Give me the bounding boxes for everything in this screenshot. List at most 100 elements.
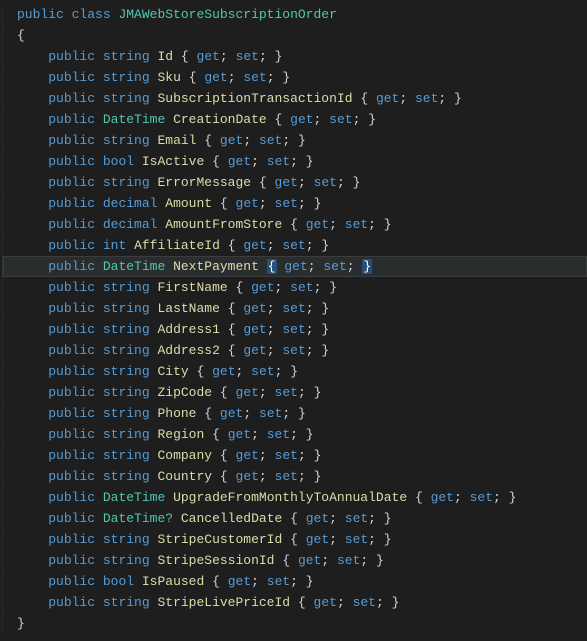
- property-line-CancelledDate[interactable]: public DateTime? CancelledDate { get; se…: [2, 508, 587, 529]
- property-line-Amount[interactable]: public decimal Amount { get; set; }: [2, 193, 587, 214]
- property-Region: Region: [157, 427, 204, 442]
- property-line-Sku[interactable]: public string Sku { get; set; }: [2, 67, 587, 88]
- close-accessor-brace: }: [321, 301, 329, 316]
- close-accessor-brace: }: [376, 553, 384, 568]
- keyword-set: set: [282, 238, 305, 253]
- type-DateTime: DateTime: [103, 490, 165, 505]
- keyword-get: get: [220, 406, 243, 421]
- keyword-get: get: [251, 280, 274, 295]
- keyword-set: set: [236, 49, 259, 64]
- property-FirstName: FirstName: [157, 280, 227, 295]
- property-line-LastName[interactable]: public string LastName { get; set; }: [2, 298, 587, 319]
- property-line-Address2[interactable]: public string Address2 { get; set; }: [2, 340, 587, 361]
- close-accessor-brace: }: [298, 133, 306, 148]
- keyword-public: public: [48, 511, 95, 526]
- keyword-set: set: [282, 322, 305, 337]
- code-editor[interactable]: public class JMAWebStoreSubscriptionOrde…: [0, 4, 587, 634]
- keyword-get: get: [431, 490, 454, 505]
- open-accessor-brace: {: [228, 238, 236, 253]
- keyword-get: get: [236, 196, 259, 211]
- open-accessor-brace: {: [181, 49, 189, 64]
- property-line-StripeCustomerId[interactable]: public string StripeCustomerId { get; se…: [2, 529, 587, 550]
- open-brace-line[interactable]: {: [2, 25, 587, 46]
- open-brace: {: [17, 28, 25, 43]
- keyword-public: public: [48, 385, 95, 400]
- keyword-set: set: [275, 385, 298, 400]
- property-line-IsPaused[interactable]: public bool IsPaused { get; set; }: [2, 571, 587, 592]
- property-LastName: LastName: [157, 301, 219, 316]
- property-line-ZipCode[interactable]: public string ZipCode { get; set; }: [2, 382, 587, 403]
- property-line-StripeSessionId[interactable]: public string StripeSessionId { get; set…: [2, 550, 587, 571]
- keyword-public: public: [48, 595, 95, 610]
- close-accessor-brace: }: [384, 217, 392, 232]
- open-accessor-brace: {: [290, 217, 298, 232]
- close-accessor-brace: }: [353, 175, 361, 190]
- property-line-Phone[interactable]: public string Phone { get; set; }: [2, 403, 587, 424]
- keyword-class: class: [72, 7, 111, 22]
- property-line-AmountFromStore[interactable]: public decimal AmountFromStore { get; se…: [2, 214, 587, 235]
- close-brace-line[interactable]: }: [2, 613, 587, 634]
- property-line-Region[interactable]: public string Region { get; set; }: [2, 424, 587, 445]
- type-string: string: [103, 343, 150, 358]
- close-accessor-brace: }: [290, 364, 298, 379]
- property-line-StripeLivePriceId[interactable]: public string StripeLivePriceId { get; s…: [2, 592, 587, 613]
- class-decl-line[interactable]: public class JMAWebStoreSubscriptionOrde…: [2, 4, 587, 25]
- property-UpgradeFromMonthlyToAnnualDate: UpgradeFromMonthlyToAnnualDate: [173, 490, 407, 505]
- keyword-get: get: [228, 427, 251, 442]
- property-line-CreationDate[interactable]: public DateTime CreationDate { get; set;…: [2, 109, 587, 130]
- keyword-get: get: [314, 595, 337, 610]
- property-line-City[interactable]: public string City { get; set; }: [2, 361, 587, 382]
- property-line-FirstName[interactable]: public string FirstName { get; set; }: [2, 277, 587, 298]
- keyword-set: set: [314, 175, 337, 190]
- keyword-get: get: [290, 112, 313, 127]
- keyword-get: get: [376, 91, 399, 106]
- keyword-set: set: [243, 70, 266, 85]
- keyword-get: get: [236, 469, 259, 484]
- keyword-public: public: [48, 490, 95, 505]
- close-accessor-brace: }: [306, 574, 314, 589]
- property-line-SubscriptionTransactionId[interactable]: public string SubscriptionTransactionId …: [2, 88, 587, 109]
- property-line-UpgradeFromMonthlyToAnnualDate[interactable]: public DateTime UpgradeFromMonthlyToAnnu…: [2, 487, 587, 508]
- open-accessor-brace: {: [267, 259, 277, 274]
- property-line-Company[interactable]: public string Company { get; set; }: [2, 445, 587, 466]
- property-StripeLivePriceId: StripeLivePriceId: [157, 595, 290, 610]
- type-string: string: [103, 385, 150, 400]
- property-Company: Company: [157, 448, 212, 463]
- property-line-Address1[interactable]: public string Address1 { get; set; }: [2, 319, 587, 340]
- keyword-set: set: [470, 490, 493, 505]
- keyword-get: get: [228, 574, 251, 589]
- type-decimal: decimal: [103, 217, 158, 232]
- keyword-public: public: [48, 217, 95, 232]
- property-line-IsActive[interactable]: public bool IsActive { get; set; }: [2, 151, 587, 172]
- property-line-NextPayment[interactable]: public DateTime NextPayment { get; set; …: [2, 256, 587, 277]
- type-bool: bool: [103, 154, 134, 169]
- keyword-public: public: [48, 574, 95, 589]
- open-accessor-brace: {: [212, 574, 220, 589]
- open-accessor-brace: {: [360, 91, 368, 106]
- keyword-set: set: [329, 112, 352, 127]
- keyword-public: public: [48, 49, 95, 64]
- close-accessor-brace: }: [392, 595, 400, 610]
- property-CreationDate: CreationDate: [173, 112, 267, 127]
- open-accessor-brace: {: [290, 511, 298, 526]
- keyword-public: public: [48, 196, 95, 211]
- property-line-ErrorMessage[interactable]: public string ErrorMessage { get; set; }: [2, 172, 587, 193]
- open-accessor-brace: {: [220, 469, 228, 484]
- keyword-get: get: [236, 385, 259, 400]
- property-line-Email[interactable]: public string Email { get; set; }: [2, 130, 587, 151]
- property-line-Country[interactable]: public string Country { get; set; }: [2, 466, 587, 487]
- keyword-public: public: [48, 364, 95, 379]
- close-accessor-brace: }: [384, 511, 392, 526]
- open-accessor-brace: {: [282, 553, 290, 568]
- property-AmountFromStore: AmountFromStore: [165, 217, 282, 232]
- property-line-AffiliateId[interactable]: public int AffiliateId { get; set; }: [2, 235, 587, 256]
- type-string: string: [103, 49, 150, 64]
- type-string: string: [103, 70, 150, 85]
- property-ZipCode: ZipCode: [157, 385, 212, 400]
- close-accessor-brace: }: [282, 70, 290, 85]
- property-AffiliateId: AffiliateId: [134, 238, 220, 253]
- property-line-Id[interactable]: public string Id { get; set; }: [2, 46, 587, 67]
- close-accessor-brace: }: [509, 490, 517, 505]
- keyword-set: set: [345, 532, 368, 547]
- type-DateTime: DateTime: [103, 112, 165, 127]
